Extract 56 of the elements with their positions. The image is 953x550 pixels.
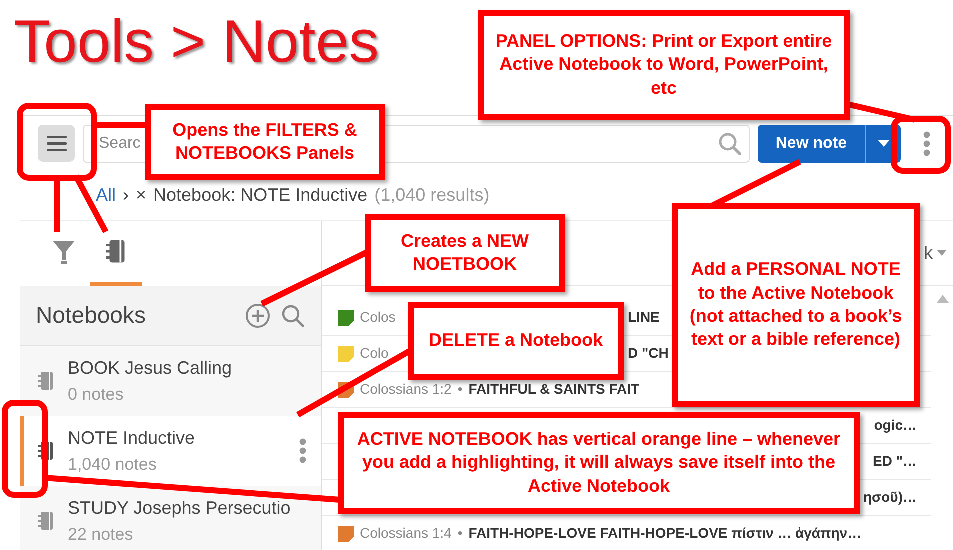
result-row[interactable]: Colossians 1:4 • FAITH-HOPE-LOVE FAITH-HOPE-LOVE πίστιν … ἀγάπην… bbox=[322, 516, 931, 550]
callout-tooltip: Add a PERSONAL NOTE to the Active Notebook (not attached to a book’s text or a bible reference) bbox=[672, 203, 920, 407]
caret-icon[interactable] bbox=[937, 250, 947, 256]
page-title: Tools > Notes bbox=[13, 7, 380, 72]
callout-tooltip: ACTIVE NOTEBOOK has vertical orange line – whenever you add a highlighting, it will always save itself into the Active Notebook bbox=[338, 412, 860, 514]
filter-icon bbox=[53, 240, 75, 264]
caret-icon bbox=[878, 140, 890, 147]
search-icon bbox=[718, 132, 742, 156]
notebook-count: 0 notes bbox=[68, 384, 125, 406]
note-reference: Colo bbox=[360, 344, 390, 363]
kebab-icon bbox=[923, 130, 931, 156]
note-title: ogic… bbox=[874, 416, 917, 435]
notebook-count: 22 notes bbox=[68, 524, 134, 546]
note-reference: Colossians 1:2 bbox=[360, 380, 452, 399]
scroll-up-icon[interactable] bbox=[937, 295, 949, 303]
note-reference: Colossians 1:4 bbox=[360, 524, 452, 543]
menu-button[interactable] bbox=[38, 125, 75, 162]
menu-icon bbox=[46, 136, 66, 152]
note-title: D "CH bbox=[628, 344, 669, 363]
kebab-icon[interactable] bbox=[299, 438, 307, 464]
notebook-icon bbox=[38, 371, 54, 391]
sort-label: k bbox=[924, 242, 933, 264]
active-indicator bbox=[20, 416, 24, 486]
callout-tooltip: Opens the FILTERS & NOTEBOOKS Panels bbox=[145, 104, 385, 180]
highlight-ring bbox=[891, 116, 951, 174]
breadcrumb-separator: › bbox=[123, 184, 130, 207]
notebook-item[interactable]: BOOK Jesus Calling 0 notes bbox=[20, 346, 321, 416]
callout-tooltip: Creates a NEW NOETBOOK bbox=[365, 214, 565, 292]
panel-title: Notebooks bbox=[36, 301, 147, 330]
search-icon[interactable] bbox=[281, 304, 305, 328]
breadcrumb-link[interactable]: All bbox=[96, 182, 116, 209]
notebook-item[interactable]: NOTE Inductive 1,040 notes bbox=[20, 416, 321, 486]
note-title: FAITHFUL & SAINTS FAIT bbox=[468, 380, 640, 399]
callout-tooltip: PANEL OPTIONS: Print or Export entire Active Notebook to Word, PowerPoint, etc bbox=[478, 10, 850, 120]
notebook-item[interactable]: STUDY Josephs Persecutio 22 notes bbox=[20, 486, 321, 550]
notebook-name: NOTE Inductive bbox=[68, 426, 196, 450]
notebook-name: STUDY Josephs Persecutio bbox=[68, 496, 292, 520]
add-icon[interactable] bbox=[245, 302, 271, 328]
note-title: LINE bbox=[628, 308, 660, 327]
bullet-separator: • bbox=[458, 380, 463, 399]
note-title: ED "… bbox=[873, 452, 917, 471]
leader-line bbox=[54, 178, 60, 232]
results-count: (1,040 results) bbox=[374, 184, 490, 207]
note-title: ησοῦ)… bbox=[864, 488, 917, 507]
notebook-icon bbox=[38, 511, 54, 531]
breadcrumb-label: Notebook: NOTE Inductive bbox=[154, 184, 368, 207]
notebook-count: 1,040 notes bbox=[68, 454, 158, 476]
note-title: FAITH-HOPE-LOVE FAITH-HOPE-LOVE πίστιν … ἀγάπην… bbox=[468, 524, 862, 543]
leader-line bbox=[97, 122, 145, 128]
notebook-name: BOOK Jesus Calling bbox=[68, 356, 234, 380]
callout-tooltip: DELETE a Notebook bbox=[408, 302, 624, 380]
notebook-icon bbox=[106, 239, 126, 264]
breadcrumb-separator: × bbox=[136, 184, 147, 207]
new-note-button[interactable]: New note bbox=[758, 124, 865, 162]
bullet-separator: • bbox=[458, 524, 463, 543]
note-reference: Colos bbox=[360, 308, 397, 327]
